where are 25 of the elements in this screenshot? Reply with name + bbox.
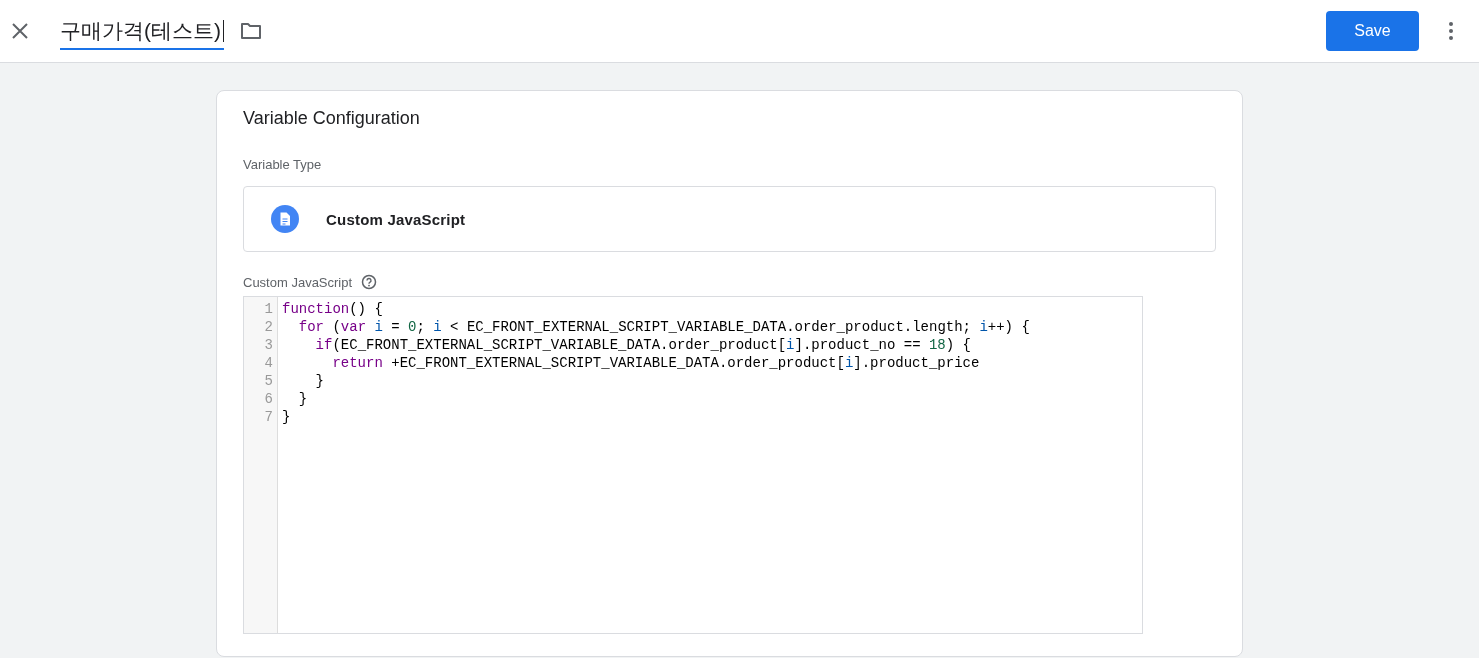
field-label: Variable Type xyxy=(243,157,323,172)
help-icon[interactable] xyxy=(361,274,378,290)
code-line: } xyxy=(282,408,292,426)
save-button[interactable]: Save xyxy=(1326,11,1419,51)
name-input-field[interactable]: 구매가격(테스트) xyxy=(60,12,224,50)
code-line: for (var i = 0; i < EC_FRONT_EXTERNAL_SCRIPT_VARIABLE_DATA.order_product.length; i++) { xyxy=(297,318,1030,336)
code-line: } xyxy=(314,372,325,390)
code-line: if(EC_FRONT_EXTERNAL_SCRIPT_VARIABLE_DATA.order_product[i].product_no == 18) { xyxy=(314,336,972,354)
code-line: function() { xyxy=(282,300,384,318)
card-title: Variable Configuration xyxy=(243,108,421,129)
variable-type-selector[interactable]: Custom JavaScript xyxy=(243,186,1216,252)
field-label: Custom JavaScript xyxy=(243,274,353,290)
code-line: } xyxy=(297,390,309,408)
close-icon xyxy=(11,22,29,40)
more-icon xyxy=(1449,22,1453,40)
line-number: 1 xyxy=(263,300,274,318)
line-number: 5 xyxy=(263,372,274,390)
line-number: 4 xyxy=(263,354,274,372)
line-number: 6 xyxy=(263,390,274,408)
line-number: 3 xyxy=(263,336,274,354)
code-line: return +EC_FRONT_EXTERNAL_SCRIPT_VARIABLE_DATA.order_product[i].product_price xyxy=(331,354,981,372)
line-number: 2 xyxy=(263,318,274,336)
code-editor[interactable] xyxy=(243,296,1143,634)
document-icon xyxy=(271,205,299,233)
line-number: 7 xyxy=(263,408,274,426)
